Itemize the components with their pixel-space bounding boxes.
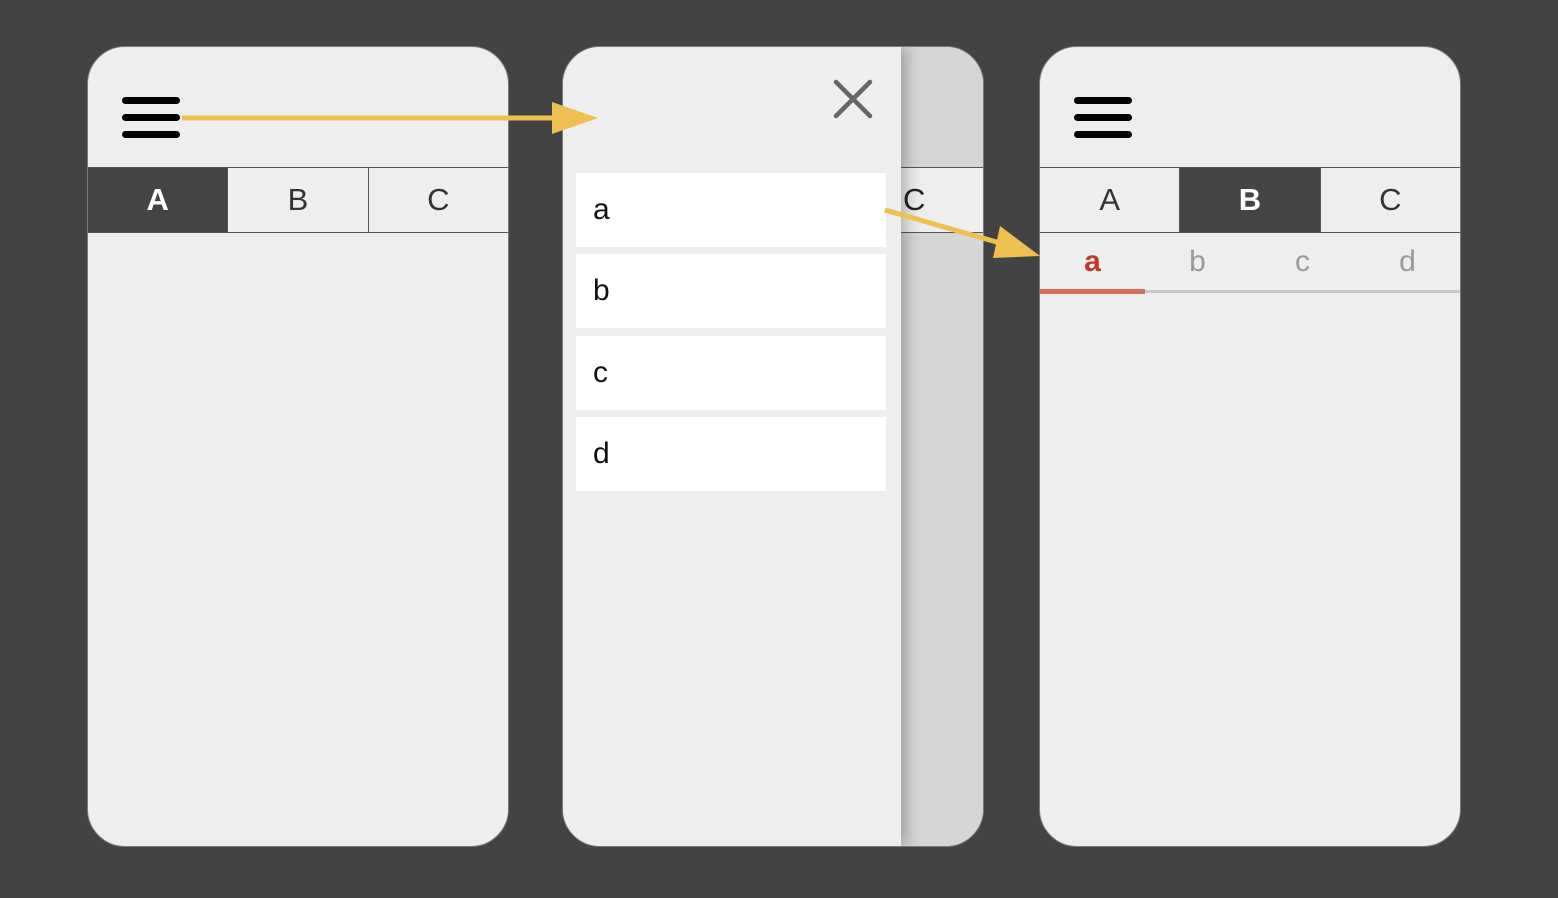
hamburger-menu-icon[interactable] (122, 97, 180, 139)
tab-a[interactable]: A (1040, 168, 1181, 232)
tab-c[interactable]: C (1320, 168, 1460, 232)
behind-tab-c: C (901, 167, 983, 233)
side-drawer: a b c d (563, 47, 901, 846)
tab-b[interactable]: B (1180, 168, 1321, 232)
sub-tab-bar: a b c d (1040, 233, 1460, 291)
subtab-d[interactable]: d (1355, 233, 1460, 291)
top-tab-bar: A B C (1040, 167, 1460, 233)
top-tab-bar: A B C (88, 167, 508, 233)
subtab-a[interactable]: a (1040, 233, 1145, 291)
tab-a[interactable]: A (88, 168, 229, 232)
phone-screen-drawer-open: C a b c d (562, 46, 984, 847)
tab-b[interactable]: B (228, 168, 369, 232)
drawer-menu-item-c[interactable]: c (576, 336, 886, 410)
drawer-menu-item-a[interactable]: a (576, 173, 886, 247)
hamburger-menu-icon[interactable] (1074, 97, 1132, 139)
close-icon[interactable] (825, 71, 881, 127)
tab-c[interactable]: C (368, 168, 508, 232)
subtab-c[interactable]: c (1250, 233, 1355, 291)
phone-screen-home: A B C (87, 46, 509, 847)
subtab-b[interactable]: b (1145, 233, 1250, 291)
drawer-menu-item-d[interactable]: d (576, 417, 886, 491)
phone-screen-result: A B C a b c d (1039, 46, 1461, 847)
subtab-active-indicator (1040, 289, 1145, 294)
drawer-menu-item-b[interactable]: b (576, 254, 886, 328)
